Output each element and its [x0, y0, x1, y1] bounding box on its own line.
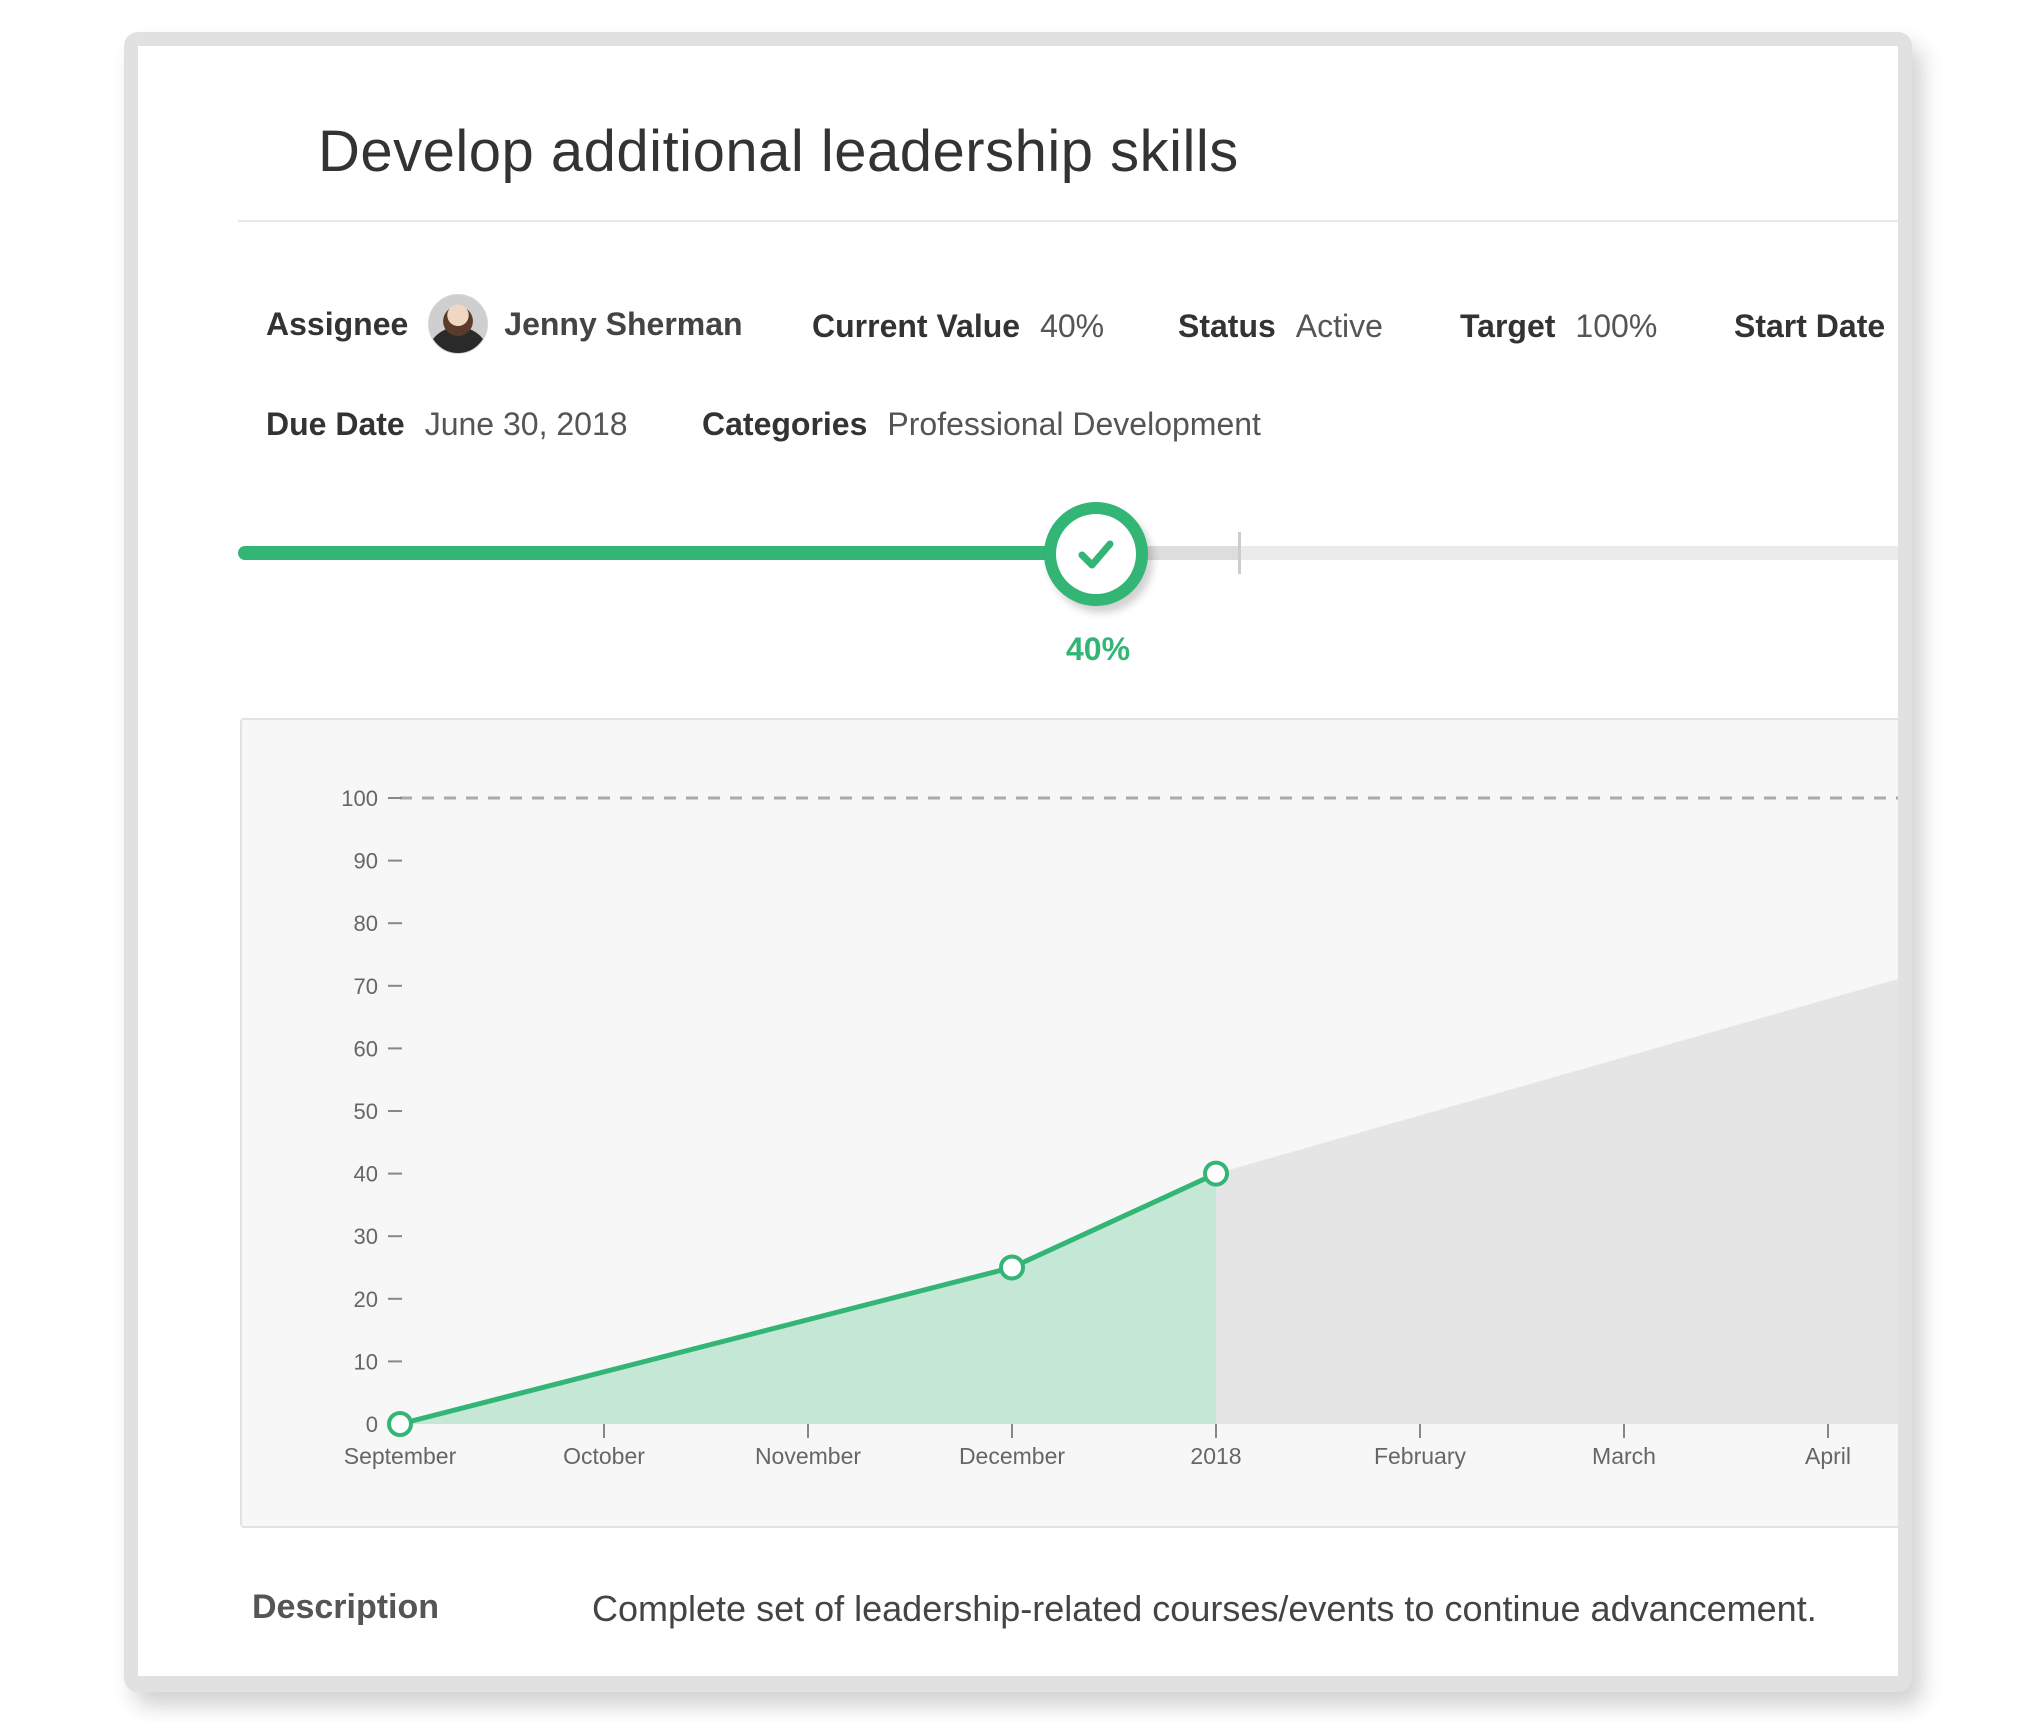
description-text: Complete set of leadership-related cours… — [592, 1588, 1817, 1629]
start-date-field: Start Date — [1734, 308, 1898, 345]
x-tick-label: April — [1805, 1443, 1851, 1469]
goal-title: Develop additional leadership skills — [318, 119, 1239, 184]
progress-chart: 0 10 20 30 40 50 60 70 80 90 100 September October No… — [240, 718, 1898, 1528]
assignee-label: Assignee — [266, 305, 409, 342]
data-point — [1203, 1160, 1229, 1187]
y-tick-label: 20 — [354, 1287, 378, 1312]
goal-card: Develop additional leadership skills Ass… — [138, 46, 1898, 1676]
y-tick-label: 10 — [354, 1349, 378, 1374]
y-tick-label: 40 — [354, 1162, 378, 1187]
y-tick-label: 50 — [354, 1099, 378, 1124]
target-value: 100% — [1575, 308, 1658, 344]
due-date-field: Due Date June 30, 2018 — [266, 406, 628, 443]
progress-fill — [238, 546, 1098, 560]
target-field: Target 100% — [1460, 308, 1657, 345]
due-date-label: Due Date — [266, 406, 405, 442]
categories-label: Categories — [702, 406, 868, 442]
x-tick-label: October — [563, 1443, 645, 1469]
y-tick-label: 70 — [354, 974, 378, 999]
x-tick-label: February — [1374, 1443, 1467, 1469]
target-label: Target — [1460, 308, 1556, 344]
progress-handle[interactable] — [1044, 502, 1148, 606]
x-tick-label: November — [755, 1443, 861, 1469]
current-value: 40% — [1040, 308, 1105, 344]
title-divider — [238, 220, 1898, 222]
status-field: Status Active — [1178, 308, 1383, 345]
avatar[interactable] — [428, 294, 489, 354]
assignee-name[interactable]: Jenny Sherman — [504, 306, 742, 343]
y-tick-label: 100 — [341, 786, 378, 811]
current-value-label: Current Value — [812, 308, 1021, 344]
categories-value[interactable]: Professional Development — [887, 406, 1261, 443]
progress-label: 40% — [1065, 631, 1131, 667]
data-point — [387, 1411, 413, 1437]
current-value-field: Current Value 40% — [812, 308, 1104, 345]
x-tick-label: 2018 — [1190, 1443, 1241, 1469]
assignee-field: Assignee Jenny Sherman — [266, 294, 743, 354]
check-icon — [1078, 540, 1114, 569]
y-tick-label: 0 — [366, 1412, 378, 1437]
data-point — [999, 1254, 1025, 1281]
due-date-value: June 30, 2018 — [424, 406, 628, 442]
y-tick-label: 90 — [354, 849, 378, 874]
description-label: Description — [252, 1588, 440, 1626]
categories-field: Categories Professional Development — [702, 406, 1261, 443]
status-value: Active — [1295, 308, 1383, 344]
chart-canvas: 0 10 20 30 40 50 60 70 80 90 100 September October No… — [341, 786, 1898, 1469]
progress-area — [400, 1173, 1216, 1424]
projection-area — [1216, 979, 1898, 1424]
start-date-label: Start Date — [1734, 308, 1886, 344]
y-tick-label: 80 — [354, 911, 378, 936]
progress-bar[interactable]: 40% — [238, 486, 1898, 667]
x-tick-label: September — [344, 1443, 457, 1469]
progress-marker — [1238, 532, 1241, 574]
y-tick-label: 30 — [354, 1224, 378, 1249]
status-label: Status — [1178, 308, 1276, 344]
y-tick-label: 60 — [354, 1036, 378, 1061]
x-tick-label: March — [1592, 1443, 1656, 1469]
x-tick-label: December — [959, 1443, 1065, 1469]
